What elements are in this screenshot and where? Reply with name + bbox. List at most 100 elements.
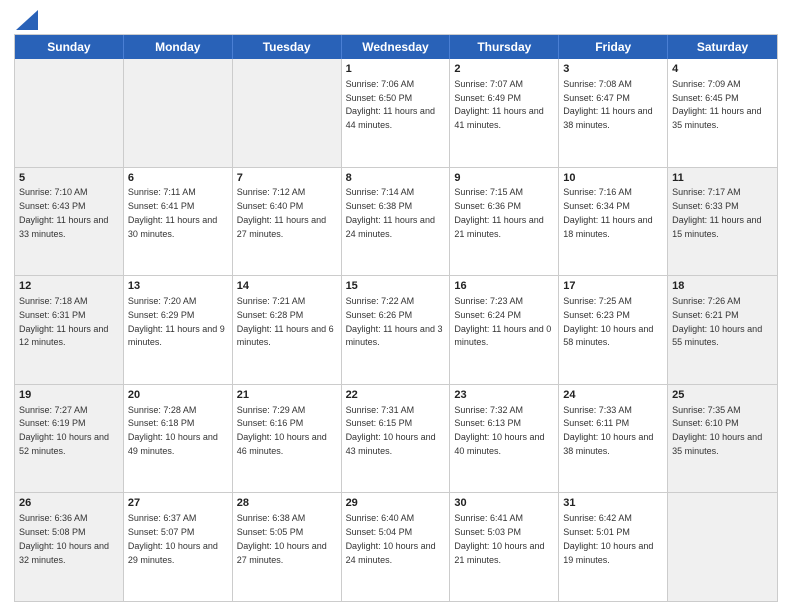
logo [14, 10, 38, 26]
day-number: 9 [454, 171, 554, 186]
calendar-cell-empty-4-6 [668, 493, 777, 601]
day-info: Sunrise: 7:22 AM Sunset: 6:26 PM Dayligh… [346, 296, 443, 347]
day-info: Sunrise: 7:09 AM Sunset: 6:45 PM Dayligh… [672, 79, 761, 130]
day-info: Sunrise: 6:36 AM Sunset: 5:08 PM Dayligh… [19, 513, 109, 564]
logo-icon [16, 10, 38, 30]
day-number: 24 [563, 388, 663, 403]
calendar-cell-day-15: 15 Sunrise: 7:22 AM Sunset: 6:26 PM Dayli… [342, 276, 451, 384]
day-number: 5 [19, 171, 119, 186]
calendar-cell-day-9: 9Sunrise: 7:15 AM Sunset: 6:36 PM Daylig… [450, 168, 559, 276]
calendar-cell-day-18: 18 Sunrise: 7:26 AM Sunset: 6:21 PM Dayli… [668, 276, 777, 384]
page: SundayMondayTuesdayWednesdayThursdayFrid… [0, 0, 792, 612]
calendar-cell-empty-0-2 [233, 59, 342, 167]
weekday-header-saturday: Saturday [668, 35, 777, 59]
day-info: Sunrise: 7:07 AM Sunset: 6:49 PM Dayligh… [454, 79, 543, 130]
day-number: 23 [454, 388, 554, 403]
calendar-cell-day-11: 11Sunrise: 7:17 AM Sunset: 6:33 PM Dayli… [668, 168, 777, 276]
weekday-header-friday: Friday [559, 35, 668, 59]
calendar-cell-day-22: 22 Sunrise: 7:31 AM Sunset: 6:15 PM Dayli… [342, 385, 451, 493]
day-info: Sunrise: 7:28 AM Sunset: 6:18 PM Dayligh… [128, 405, 218, 456]
weekday-header-tuesday: Tuesday [233, 35, 342, 59]
calendar-body: 1 Sunrise: 7:06 AM Sunset: 6:50 PM Daylig… [15, 59, 777, 601]
calendar-header: SundayMondayTuesdayWednesdayThursdayFrid… [15, 35, 777, 59]
calendar-cell-day-13: 13 Sunrise: 7:20 AM Sunset: 6:29 PM Dayli… [124, 276, 233, 384]
day-number: 2 [454, 62, 554, 77]
calendar-cell-day-14: 14Sunrise: 7:21 AM Sunset: 6:28 PM Dayli… [233, 276, 342, 384]
calendar-cell-day-31: 31 Sunrise: 6:42 AM Sunset: 5:01 PM Dayli… [559, 493, 668, 601]
day-info: Sunrise: 7:35 AM Sunset: 6:10 PM Dayligh… [672, 405, 762, 456]
day-info: Sunrise: 7:14 AM Sunset: 6:38 PM Dayligh… [346, 187, 435, 238]
day-number: 13 [128, 279, 228, 294]
day-number: 11 [672, 171, 773, 186]
calendar-cell-day-2: 2 Sunrise: 7:07 AM Sunset: 6:49 PM Daylig… [450, 59, 559, 167]
day-info: Sunrise: 7:26 AM Sunset: 6:21 PM Dayligh… [672, 296, 762, 347]
calendar-cell-empty-0-1 [124, 59, 233, 167]
weekday-header-thursday: Thursday [450, 35, 559, 59]
header [14, 10, 778, 26]
day-info: Sunrise: 7:27 AM Sunset: 6:19 PM Dayligh… [19, 405, 109, 456]
day-number: 16 [454, 279, 554, 294]
calendar-cell-day-7: 7Sunrise: 7:12 AM Sunset: 6:40 PM Daylig… [233, 168, 342, 276]
day-number: 6 [128, 171, 228, 186]
calendar-cell-day-5: 5Sunrise: 7:10 AM Sunset: 6:43 PM Daylig… [15, 168, 124, 276]
weekday-header-sunday: Sunday [15, 35, 124, 59]
day-number: 21 [237, 388, 337, 403]
day-info: Sunrise: 7:25 AM Sunset: 6:23 PM Dayligh… [563, 296, 653, 347]
day-info: Sunrise: 7:31 AM Sunset: 6:15 PM Dayligh… [346, 405, 436, 456]
day-info: Sunrise: 7:33 AM Sunset: 6:11 PM Dayligh… [563, 405, 653, 456]
day-number: 4 [672, 62, 773, 77]
day-info: Sunrise: 7:23 AM Sunset: 6:24 PM Dayligh… [454, 296, 551, 347]
calendar-cell-day-1: 1 Sunrise: 7:06 AM Sunset: 6:50 PM Daylig… [342, 59, 451, 167]
calendar-row-3: 19Sunrise: 7:27 AM Sunset: 6:19 PM Dayli… [15, 385, 777, 494]
calendar-row-4: 26 Sunrise: 6:36 AM Sunset: 5:08 PM Dayli… [15, 493, 777, 601]
day-info: Sunrise: 7:32 AM Sunset: 6:13 PM Dayligh… [454, 405, 544, 456]
day-number: 15 [346, 279, 446, 294]
weekday-header-wednesday: Wednesday [342, 35, 451, 59]
day-number: 14 [237, 279, 337, 294]
day-number: 20 [128, 388, 228, 403]
calendar-cell-day-30: 30Sunrise: 6:41 AM Sunset: 5:03 PM Dayli… [450, 493, 559, 601]
weekday-header-monday: Monday [124, 35, 233, 59]
calendar-cell-day-26: 26 Sunrise: 6:36 AM Sunset: 5:08 PM Dayli… [15, 493, 124, 601]
day-info: Sunrise: 7:06 AM Sunset: 6:50 PM Dayligh… [346, 79, 435, 130]
day-number: 10 [563, 171, 663, 186]
day-info: Sunrise: 7:20 AM Sunset: 6:29 PM Dayligh… [128, 296, 225, 347]
day-number: 27 [128, 496, 228, 511]
calendar-cell-day-8: 8Sunrise: 7:14 AM Sunset: 6:38 PM Daylig… [342, 168, 451, 276]
calendar-cell-day-4: 4 Sunrise: 7:09 AM Sunset: 6:45 PM Daylig… [668, 59, 777, 167]
day-info: Sunrise: 7:17 AM Sunset: 6:33 PM Dayligh… [672, 187, 761, 238]
day-number: 28 [237, 496, 337, 511]
day-info: Sunrise: 7:15 AM Sunset: 6:36 PM Dayligh… [454, 187, 543, 238]
day-info: Sunrise: 7:10 AM Sunset: 6:43 PM Dayligh… [19, 187, 108, 238]
day-info: Sunrise: 7:16 AM Sunset: 6:34 PM Dayligh… [563, 187, 652, 238]
day-number: 17 [563, 279, 663, 294]
calendar-cell-day-24: 24 Sunrise: 7:33 AM Sunset: 6:11 PM Dayli… [559, 385, 668, 493]
day-number: 25 [672, 388, 773, 403]
day-number: 22 [346, 388, 446, 403]
calendar: SundayMondayTuesdayWednesdayThursdayFrid… [14, 34, 778, 602]
day-info: Sunrise: 7:29 AM Sunset: 6:16 PM Dayligh… [237, 405, 327, 456]
day-number: 26 [19, 496, 119, 511]
day-info: Sunrise: 6:38 AM Sunset: 5:05 PM Dayligh… [237, 513, 327, 564]
calendar-cell-day-27: 27Sunrise: 6:37 AM Sunset: 5:07 PM Dayli… [124, 493, 233, 601]
calendar-cell-day-28: 28 Sunrise: 6:38 AM Sunset: 5:05 PM Dayli… [233, 493, 342, 601]
day-number: 1 [346, 62, 446, 77]
calendar-cell-day-20: 20 Sunrise: 7:28 AM Sunset: 6:18 PM Dayli… [124, 385, 233, 493]
calendar-cell-empty-0-0 [15, 59, 124, 167]
day-number: 12 [19, 279, 119, 294]
day-info: Sunrise: 6:42 AM Sunset: 5:01 PM Dayligh… [563, 513, 653, 564]
calendar-row-0: 1 Sunrise: 7:06 AM Sunset: 6:50 PM Daylig… [15, 59, 777, 168]
calendar-cell-day-17: 17 Sunrise: 7:25 AM Sunset: 6:23 PM Dayli… [559, 276, 668, 384]
day-number: 8 [346, 171, 446, 186]
calendar-row-2: 12Sunrise: 7:18 AM Sunset: 6:31 PM Dayli… [15, 276, 777, 385]
calendar-cell-day-6: 6Sunrise: 7:11 AM Sunset: 6:41 PM Daylig… [124, 168, 233, 276]
day-info: Sunrise: 6:40 AM Sunset: 5:04 PM Dayligh… [346, 513, 436, 564]
day-number: 31 [563, 496, 663, 511]
calendar-cell-day-19: 19Sunrise: 7:27 AM Sunset: 6:19 PM Dayli… [15, 385, 124, 493]
calendar-cell-day-21: 21 Sunrise: 7:29 AM Sunset: 6:16 PM Dayli… [233, 385, 342, 493]
calendar-cell-day-25: 25 Sunrise: 7:35 AM Sunset: 6:10 PM Dayli… [668, 385, 777, 493]
day-info: Sunrise: 7:11 AM Sunset: 6:41 PM Dayligh… [128, 187, 217, 238]
day-number: 30 [454, 496, 554, 511]
day-number: 18 [672, 279, 773, 294]
calendar-cell-day-16: 16 Sunrise: 7:23 AM Sunset: 6:24 PM Dayli… [450, 276, 559, 384]
